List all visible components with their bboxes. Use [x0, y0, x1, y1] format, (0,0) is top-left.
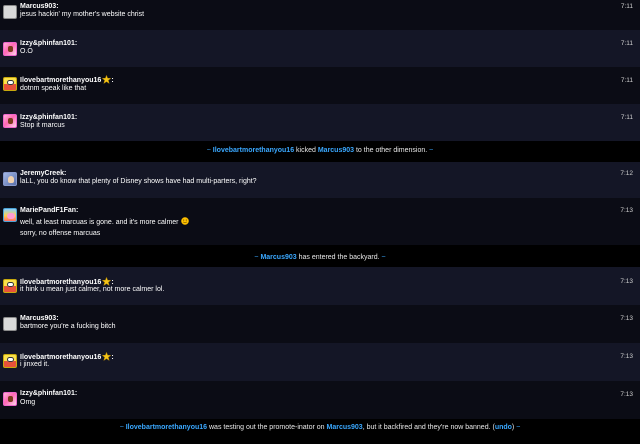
- user-avatar[interactable]: [3, 392, 17, 406]
- system-message: ~ Ilovebartmorethanyou16 kicked Marcus90…: [0, 141, 640, 162]
- system-message: ~ Ilovebartmorethanyou16 was testing out…: [0, 419, 640, 444]
- message-username[interactable]: Izzy&phinfan101: [20, 40, 75, 47]
- system-text: kicked: [294, 147, 318, 154]
- system-tilde: ~: [254, 254, 259, 261]
- message-text: laLL, you do know that plenty of Disney …: [20, 178, 257, 185]
- system-username[interactable]: Ilovebartmorethanyou16: [213, 147, 294, 154]
- message-timestamp: 7:13: [620, 278, 633, 285]
- message-username[interactable]: MariePandF1Fan: [20, 207, 76, 214]
- message-timestamp: 7:13: [620, 207, 633, 214]
- message-text: Omg: [20, 399, 36, 406]
- user-avatar[interactable]: [3, 279, 17, 293]
- chat-message: Izzy&phinfan101: Stop it marcus 7:11: [0, 104, 640, 141]
- star-icon: [102, 277, 112, 286]
- message-username[interactable]: Marcus903: [20, 3, 56, 10]
- message-timestamp: 7:12: [620, 170, 633, 177]
- chat-message: Ilovebartmorethanyou16: dotnm speak like…: [0, 67, 640, 104]
- user-avatar[interactable]: [3, 42, 17, 56]
- chat-message: MariePandF1Fan: well, at least marcuas i…: [0, 198, 640, 245]
- message-username[interactable]: Ilovebartmorethanyou16: [20, 354, 101, 361]
- smiley-icon: [180, 217, 189, 225]
- message-timestamp: 7:13: [620, 391, 633, 398]
- chat-message: Izzy&phinfan101: O.O 7:11: [0, 30, 640, 67]
- chat-message: Ilovebartmorethanyou16: it hink u mean j…: [0, 267, 640, 305]
- message-text: well, at least marcuas is gone. and it's…: [20, 217, 189, 227]
- system-message: ~ Marcus903 has entered the backyard. ~: [0, 245, 640, 267]
- user-avatar[interactable]: [3, 114, 17, 128]
- message-username[interactable]: Ilovebartmorethanyou16: [20, 279, 101, 286]
- chat-message: Marcus903: jesus hackin' my mother's web…: [0, 0, 640, 30]
- message-timestamp: 7:11: [620, 3, 633, 10]
- message-timestamp: 7:13: [620, 315, 633, 322]
- chat-message: Marcus903: bartmore you're a fucking bit…: [0, 305, 640, 343]
- message-text: sorry, no offense marcuas: [20, 230, 101, 237]
- message-text: i jinxed it.: [20, 361, 50, 368]
- system-tilde: ~: [119, 424, 124, 431]
- system-username[interactable]: Ilovebartmorethanyou16: [126, 424, 207, 431]
- message-text: jesus hackin' my mother's website christ: [20, 11, 145, 18]
- system-text: has entered the backyard.: [296, 254, 382, 261]
- message-timestamp: 7:11: [620, 77, 633, 84]
- message-username[interactable]: Marcus903: [20, 315, 56, 322]
- message-username[interactable]: JeremyCreek: [20, 170, 64, 177]
- chat-message: Ilovebartmorethanyou16: i jinxed it. 7:1…: [0, 343, 640, 381]
- system-username[interactable]: Marcus903: [260, 254, 296, 261]
- system-text: to the other dimension.: [354, 147, 430, 154]
- message-text: O.O: [20, 48, 33, 55]
- message-text: Stop it marcus: [20, 122, 65, 129]
- message-text: dotnm speak like that: [20, 85, 87, 92]
- user-avatar[interactable]: [3, 172, 17, 186]
- chat-log: Marcus903: jesus hackin' my mother's web…: [0, 0, 640, 444]
- message-timestamp: 7:11: [620, 40, 633, 47]
- system-username[interactable]: Marcus903: [318, 147, 354, 154]
- system-tilde: ~: [516, 424, 521, 431]
- message-username[interactable]: Izzy&phinfan101: [20, 114, 75, 121]
- user-avatar[interactable]: [3, 317, 17, 331]
- system-text: was testing out the promote-inator on: [207, 424, 327, 431]
- system-tilde: ~: [429, 147, 434, 154]
- chat-message: JeremyCreek: laLL, you do know that plen…: [0, 162, 640, 198]
- user-avatar[interactable]: [3, 5, 17, 19]
- user-avatar[interactable]: [3, 354, 17, 368]
- undo-link[interactable]: undo: [495, 424, 512, 431]
- message-text: bartmore you're a fucking bitch: [20, 323, 116, 330]
- star-icon: [102, 352, 112, 361]
- chat-message: Izzy&phinfan101: Omg 7:13: [0, 381, 640, 419]
- star-icon: [102, 75, 112, 84]
- message-text: it hink u mean just calmer, not more cal…: [20, 286, 165, 293]
- user-avatar[interactable]: [3, 77, 17, 91]
- system-text: , but it backfired and they're now banne…: [362, 424, 495, 431]
- system-tilde: ~: [381, 254, 386, 261]
- system-tilde: ~: [206, 147, 211, 154]
- message-timestamp: 7:11: [620, 114, 633, 121]
- message-username[interactable]: Ilovebartmorethanyou16: [20, 77, 101, 84]
- message-timestamp: 7:13: [620, 353, 633, 360]
- system-username[interactable]: Marcus903: [327, 424, 363, 431]
- user-avatar[interactable]: [3, 208, 17, 222]
- message-username[interactable]: Izzy&phinfan101: [20, 390, 75, 397]
